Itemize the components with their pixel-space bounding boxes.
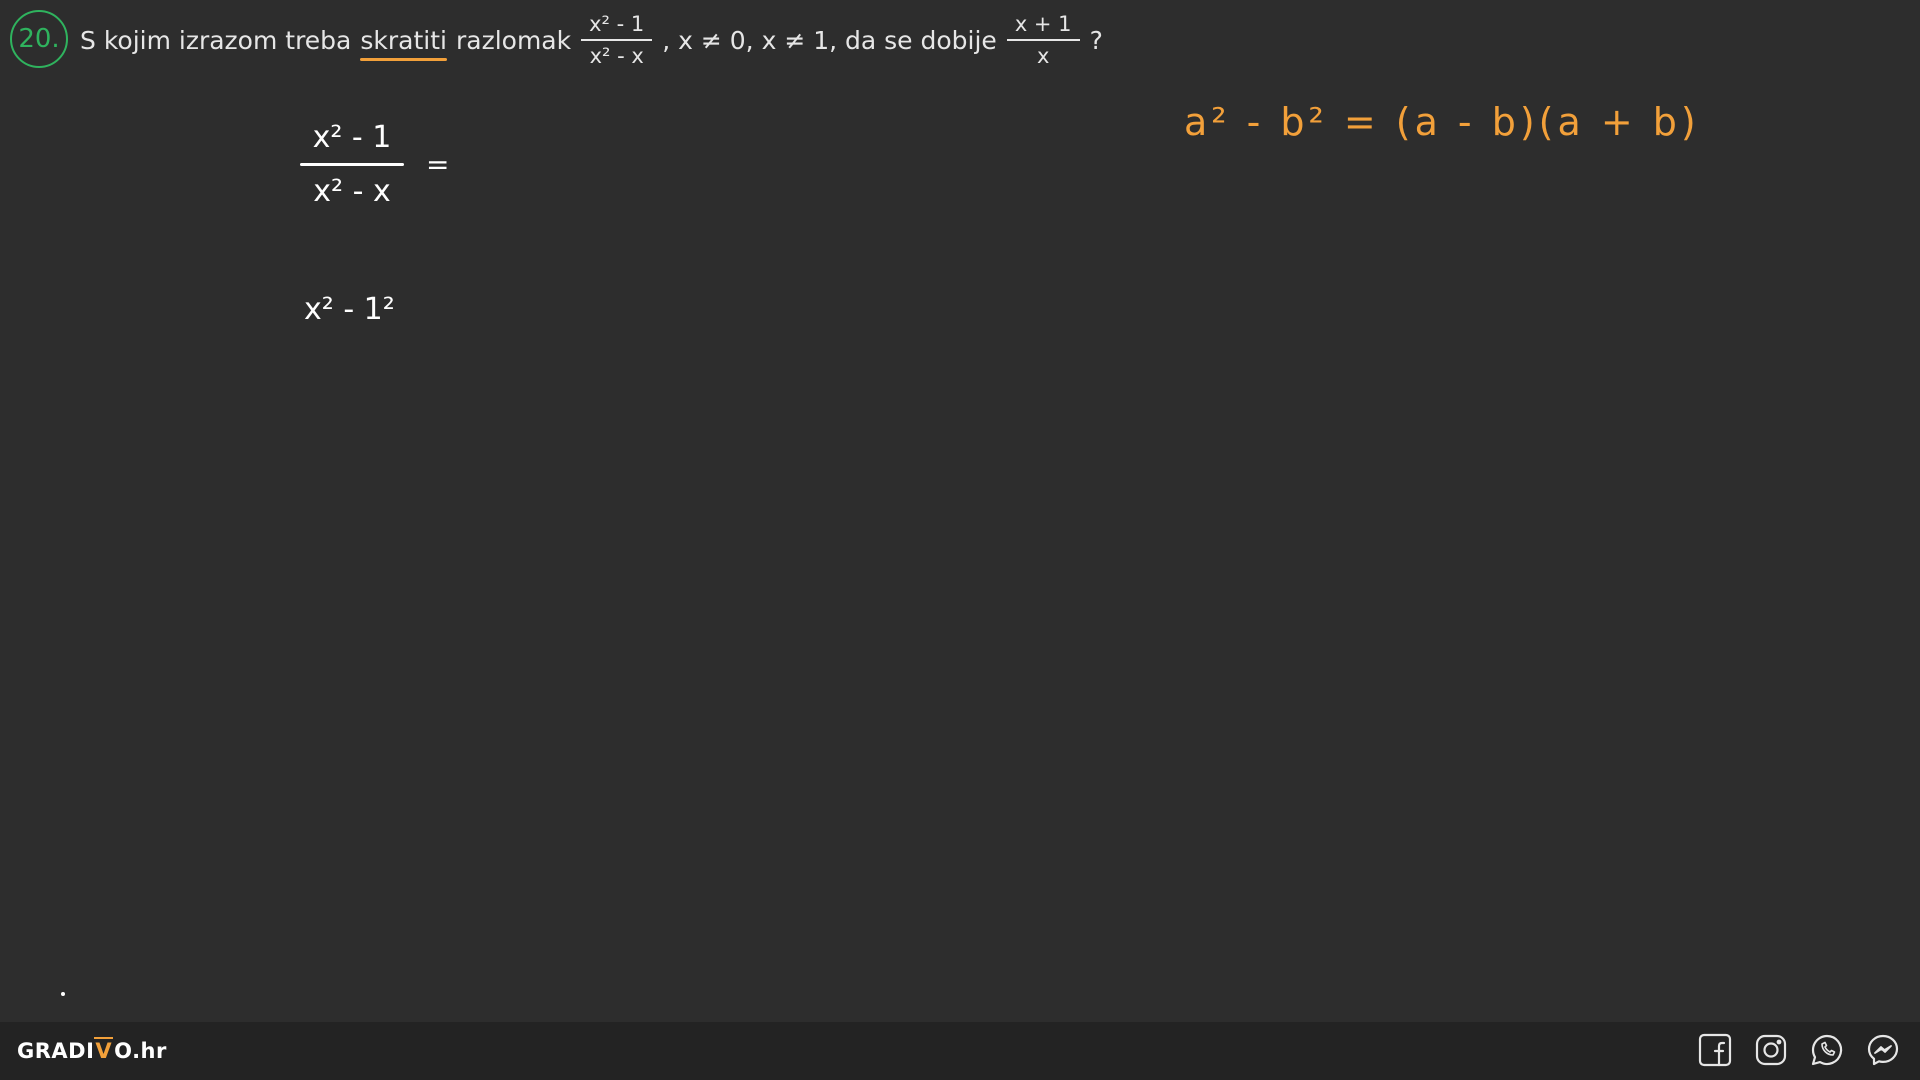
difference-of-squares-identity: a² - b² = (a - b)(a + b) <box>1184 100 1700 144</box>
task-number: 20. <box>18 24 60 54</box>
question-mark: ? <box>1089 25 1103 55</box>
logo-text-left: GRADI <box>17 1039 95 1063</box>
task-number-badge: 20. <box>10 10 68 68</box>
logo-root-symbol: V <box>94 1037 114 1063</box>
messenger-icon[interactable] <box>1864 1031 1902 1069</box>
fraction-bar <box>300 163 404 166</box>
problem-fraction-numerator: x² - 1 <box>589 11 645 36</box>
problem-text-before: S kojim izrazom treba <box>80 25 352 55</box>
equals-sign: = <box>426 148 450 181</box>
problem-statement: S kojim izrazom treba skratiti razlomak … <box>80 8 1103 72</box>
target-fraction: x + 1 x <box>1006 11 1080 68</box>
problem-fraction-denominator: x² - x <box>589 44 644 68</box>
handwritten-fraction: x² - 1 x² - x = <box>300 120 449 209</box>
footer-bar: GRADIVO.hr <box>0 1022 1920 1080</box>
facebook-icon[interactable] <box>1696 1031 1734 1069</box>
pen-dot <box>61 992 65 996</box>
fraction-bar <box>581 39 653 41</box>
whatsapp-icon[interactable] <box>1808 1031 1846 1069</box>
handwritten-step: x² - 1² <box>304 292 395 327</box>
target-fraction-numerator: x + 1 <box>1014 11 1072 36</box>
handwritten-denominator: x² - x <box>313 174 391 209</box>
social-links <box>1696 1031 1902 1069</box>
problem-conditions: , x ≠ 0, x ≠ 1, da se dobije <box>662 25 997 55</box>
gradivo-logo[interactable]: GRADIVO.hr <box>17 1037 167 1063</box>
problem-fraction: x² - 1 x² - x <box>581 11 653 68</box>
handwritten-numerator: x² - 1 <box>312 120 392 155</box>
logo-text-right: O.hr <box>114 1039 167 1063</box>
instagram-icon[interactable] <box>1752 1031 1790 1069</box>
problem-text-mid: razlomak <box>455 25 572 55</box>
underlined-word: skratiti <box>360 25 447 61</box>
whiteboard: 20. S kojim izrazom treba skratiti razlo… <box>0 0 1920 1022</box>
fraction-bar <box>1006 39 1080 41</box>
target-fraction-denominator: x <box>1036 44 1050 68</box>
